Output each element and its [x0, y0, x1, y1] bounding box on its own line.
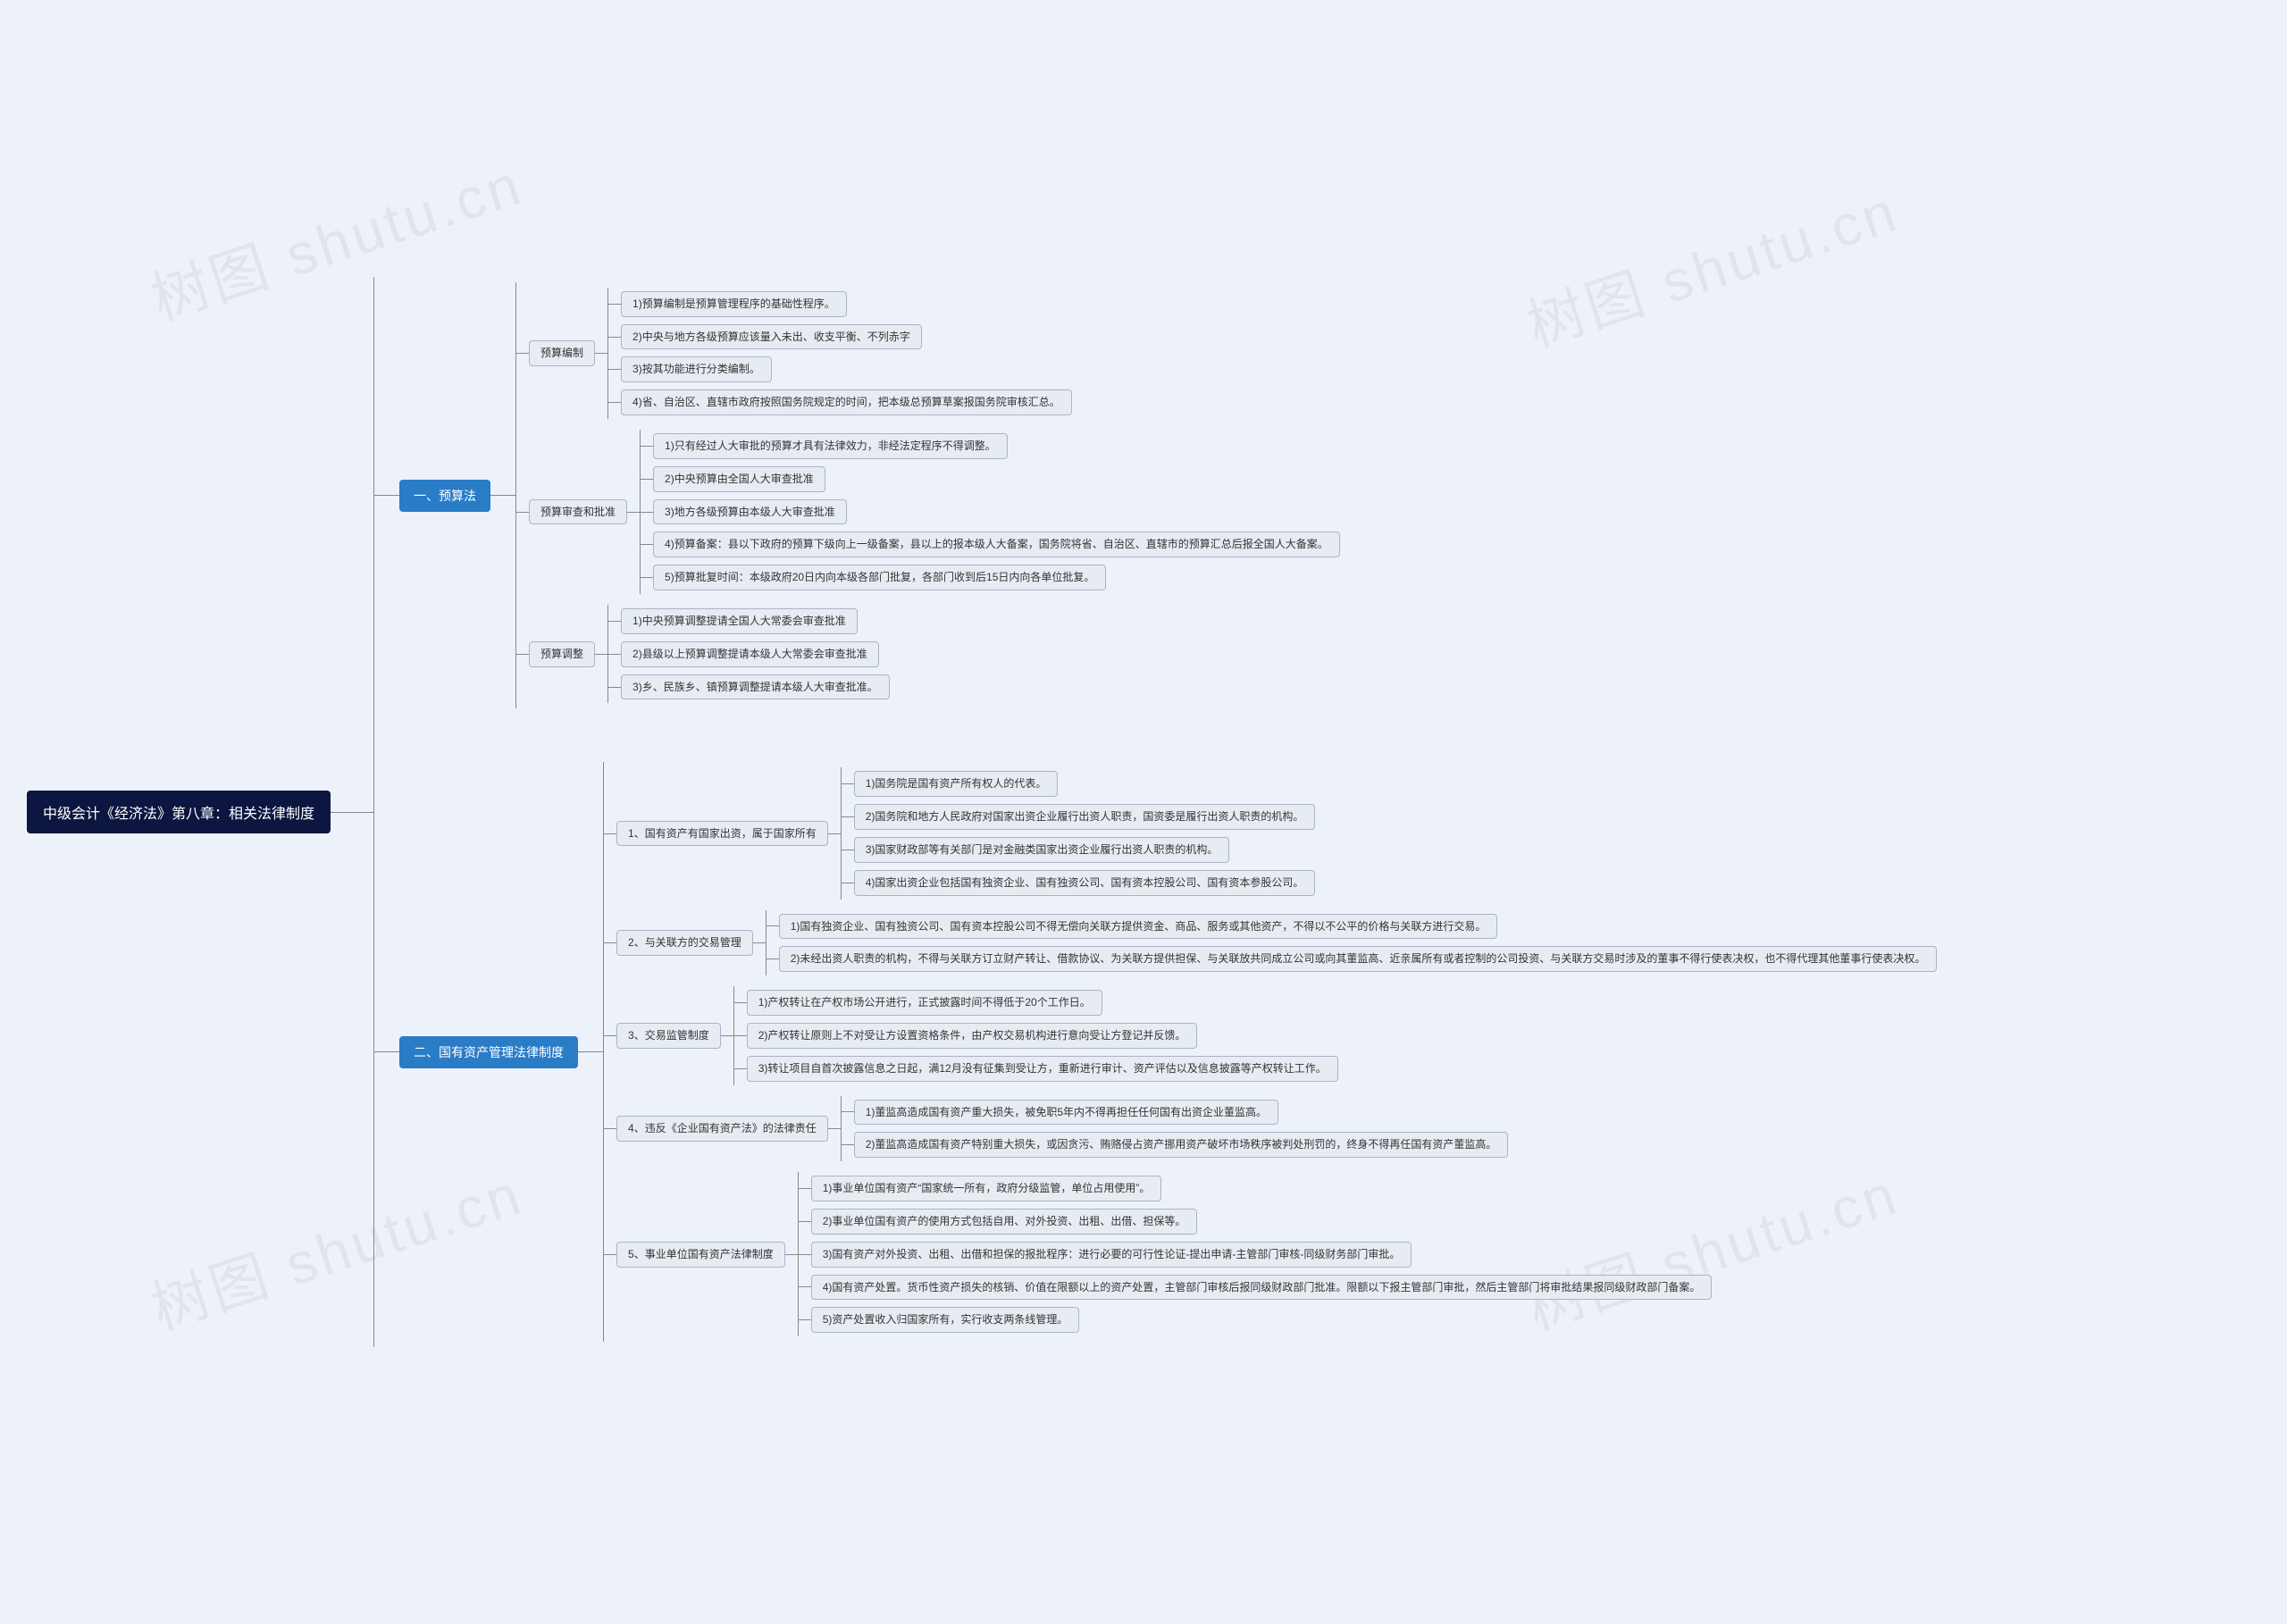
leaf-node[interactable]: 2)未经出资人职责的机构，不得与关联方订立财产转让、借款协议、为关联方提供担保、…: [779, 946, 1938, 972]
leaf-node[interactable]: 1)只有经过人大审批的预算才具有法律效力，非经法定程序不得调整。: [653, 433, 1008, 459]
root-node[interactable]: 中级会计《经济法》第八章：相关法律制度: [27, 791, 331, 833]
section-state-assets[interactable]: 二、国有资产管理法律制度: [399, 1036, 578, 1068]
leaf-node[interactable]: 3)国家财政部等有关部门是对金融类国家出资企业履行出资人职责的机构。: [854, 837, 1230, 863]
leaf-node[interactable]: 3)地方各级预算由本级人大审查批准: [653, 499, 847, 525]
leaf-node[interactable]: 2)事业单位国有资产的使用方式包括自用、对外投资、出租、出借、担保等。: [811, 1209, 1198, 1235]
node-trade-supervision[interactable]: 3、交易监管制度: [616, 1023, 721, 1049]
leaf-node[interactable]: 1)事业单位国有资产“国家统一所有，政府分级监管，单位占用使用”。: [811, 1176, 1162, 1201]
leaf-node[interactable]: 1)中央预算调整提请全国人大常委会审查批准: [621, 608, 858, 634]
leaf-node[interactable]: 5)资产处置收入归国家所有，实行收支两条线管理。: [811, 1307, 1080, 1333]
leaf-node[interactable]: 3)国有资产对外投资、出租、出借和担保的报批程序：进行必要的可行性论证-提出申请…: [811, 1242, 1412, 1268]
leaf-node[interactable]: 4)国有资产处置。货币性资产损失的核销、价值在限额以上的资产处置，主管部门审核后…: [811, 1275, 1713, 1301]
leaf-node[interactable]: 2)董监高造成国有资产特别重大损失，或因贪污、贿赂侵占资产挪用资产破坏市场秩序被…: [854, 1132, 1509, 1158]
leaf-node[interactable]: 2)中央预算由全国人大审查批准: [653, 466, 825, 492]
leaf-node[interactable]: 3)乡、民族乡、镇预算调整提请本级人大审查批准。: [621, 674, 890, 700]
leaf-node[interactable]: 1)产权转让在产权市场公开进行，正式披露时间不得低于20个工作日。: [747, 990, 1102, 1016]
node-budget-review[interactable]: 预算审查和批准: [529, 499, 627, 525]
mindmap-canvas: 中级会计《经济法》第八章：相关法律制度 一、预算法: [0, 0, 2287, 1624]
leaf-node[interactable]: 3)转让项目自首次披露信息之日起，满12月没有征集到受让方，重新进行审计、资产评…: [747, 1056, 1338, 1082]
section-budget-law[interactable]: 一、预算法: [399, 480, 490, 512]
leaf-node[interactable]: 1)预算编制是预算管理程序的基础性程序。: [621, 291, 847, 317]
leaf-node[interactable]: 1)国务院是国有资产所有权人的代表。: [854, 771, 1059, 797]
leaf-node[interactable]: 2)产权转让原则上不对受让方设置资格条件，由产权交易机构进行意向受让方登记并反馈…: [747, 1023, 1198, 1049]
leaf-node[interactable]: 4)国家出资企业包括国有独资企业、国有独资公司、国有资本控股公司、国有资本参股公…: [854, 870, 1316, 896]
leaf-node[interactable]: 1)国有独资企业、国有独资公司、国有资本控股公司不得无偿向关联方提供资金、商品、…: [779, 914, 1498, 940]
node-related-party[interactable]: 2、与关联方的交易管理: [616, 930, 753, 956]
node-state-owned[interactable]: 1、国有资产有国家出资，属于国家所有: [616, 821, 828, 847]
leaf-node[interactable]: 5)预算批复时间：本级政府20日内向本级各部门批复，各部门收到后15日内向各单位…: [653, 565, 1106, 590]
leaf-node[interactable]: 3)按其功能进行分类编制。: [621, 356, 772, 382]
leaf-node[interactable]: 2)国务院和地方人民政府对国家出资企业履行出资人职责，国资委是履行出资人职责的机…: [854, 804, 1316, 830]
node-institutional-assets[interactable]: 5、事业单位国有资产法律制度: [616, 1242, 785, 1268]
leaf-node[interactable]: 2)中央与地方各级预算应该量入未出、收支平衡、不列赤字: [621, 324, 922, 350]
node-legal-liability[interactable]: 4、违反《企业国有资产法》的法律责任: [616, 1116, 828, 1142]
leaf-node[interactable]: 1)董监高造成国有资产重大损失，被免职5年内不得再担任任何国有出资企业董监高。: [854, 1100, 1278, 1126]
leaf-node[interactable]: 4)预算备案：县以下政府的预算下级向上一级备案，县以上的报本级人大备案，国务院将…: [653, 532, 1340, 557]
node-budget-adjust[interactable]: 预算调整: [529, 641, 595, 667]
leaf-node[interactable]: 4)省、自治区、直辖市政府按照国务院规定的时间，把本级总预算草案报国务院审核汇总…: [621, 389, 1072, 415]
leaf-node[interactable]: 2)县级以上预算调整提请本级人大常委会审查批准: [621, 641, 879, 667]
node-budget-compile[interactable]: 预算编制: [529, 340, 595, 366]
